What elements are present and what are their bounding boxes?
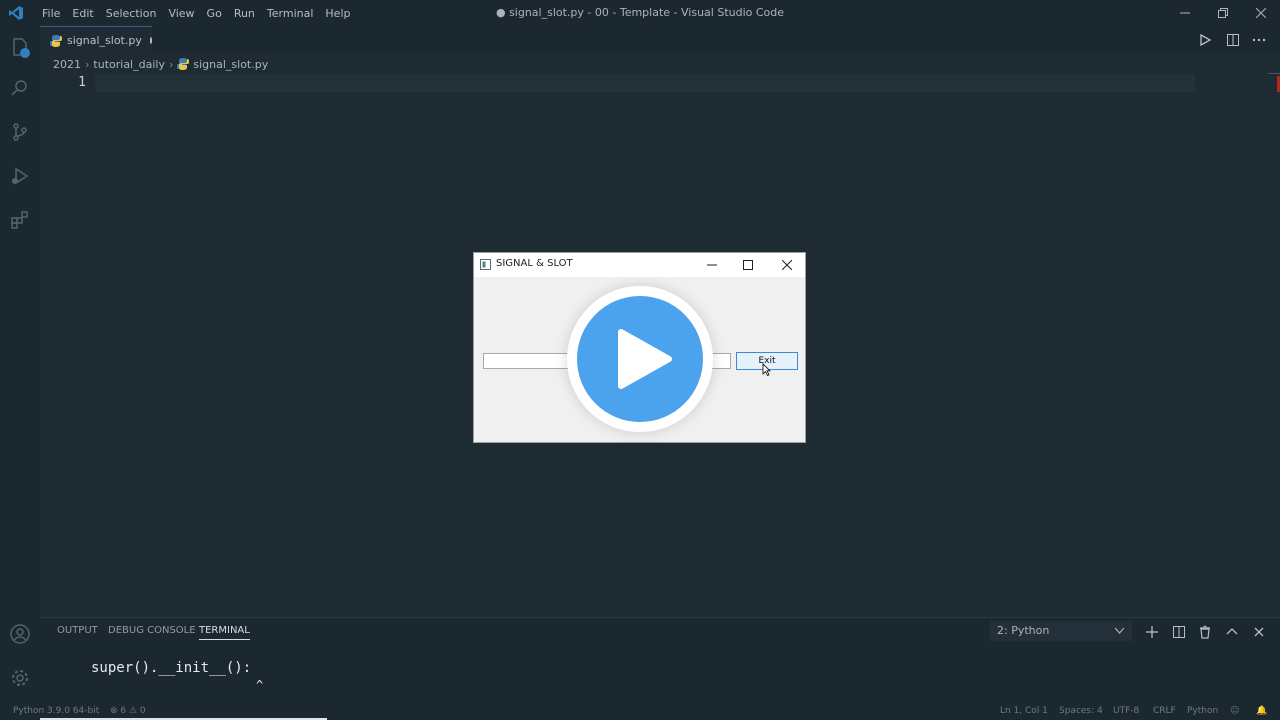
breadcrumb: 2021 › tutorial_daily › signal_slot.py [53, 56, 268, 72]
chevron-right-icon: › [85, 57, 90, 71]
bell-icon[interactable]: 🔔 [1256, 706, 1267, 716]
app-window-icon [480, 259, 491, 270]
terminal-select[interactable]: 2: Python [990, 621, 1132, 641]
close-icon [1256, 8, 1266, 18]
end-of-line[interactable]: CRLF [1153, 706, 1176, 716]
status-bar: Python 3.9.0 64-bit ⊗ 6 ⚠ 0 Ln 1, Col 1 … [0, 704, 1280, 720]
title-bar: ● signal_slot.py - 00 - Template - Visua… [0, 0, 1280, 26]
menu-view[interactable]: View [162, 7, 200, 20]
close-icon [782, 260, 792, 270]
terminal-caret-marker: ^ [256, 678, 264, 692]
dialog-close-button[interactable] [775, 253, 799, 277]
source-control-icon [13, 123, 27, 141]
dialog-minimize-button[interactable] [700, 253, 724, 277]
python-file-icon [177, 58, 190, 70]
tab-debug-console[interactable]: DEBUG CONSOLE [108, 625, 196, 636]
menu-terminal[interactable]: Terminal [261, 7, 320, 20]
tab-signal-slot[interactable]: signal_slot.py [40, 26, 152, 54]
dialog-title-bar: SIGNAL & SLOT [474, 253, 805, 277]
run-debug-button[interactable] [8, 164, 32, 188]
close-icon [1254, 627, 1264, 637]
tab-label: signal_slot.py [67, 34, 142, 47]
chevron-right-icon: › [168, 57, 174, 71]
tab-terminal[interactable]: TERMINAL [199, 625, 250, 640]
current-line-highlight [95, 74, 1195, 92]
maximize-icon [743, 260, 753, 270]
close-panel-button[interactable] [1252, 624, 1266, 638]
source-control-button[interactable] [8, 120, 32, 144]
problems-count[interactable]: ⊗ 6 ⚠ 0 [110, 706, 146, 716]
tab-output[interactable]: OUTPUT [57, 625, 98, 636]
python-interpreter[interactable]: Python 3.9.0 64-bit [13, 706, 99, 716]
maximize-panel-button[interactable] [1225, 624, 1239, 638]
language-mode[interactable]: Python [1187, 706, 1218, 716]
indentation[interactable]: Spaces: 4 [1059, 706, 1103, 716]
accounts-button[interactable] [8, 622, 32, 646]
terminal-output-line: super().__init__(): [91, 660, 252, 676]
search-icon [11, 80, 27, 96]
menu-run[interactable]: Run [228, 7, 261, 20]
extensions-button[interactable] [8, 208, 32, 232]
extensions-icon [11, 211, 28, 229]
feedback-icon[interactable]: ☺ [1230, 706, 1239, 716]
play-icon [618, 329, 672, 389]
cursor-position[interactable]: Ln 1, Col 1 [1000, 706, 1048, 716]
close-window-button[interactable] [1242, 0, 1280, 26]
minimize-icon [1180, 12, 1190, 14]
restore-button[interactable] [1204, 0, 1242, 26]
menu-file[interactable]: File [36, 7, 66, 20]
chevron-up-icon [1226, 628, 1238, 635]
account-icon [10, 624, 30, 644]
trash-icon [1200, 625, 1210, 639]
split-editor-button[interactable] [1225, 32, 1241, 48]
video-play-button[interactable] [567, 286, 713, 432]
split-terminal-button[interactable] [1172, 624, 1186, 638]
files-icon [13, 38, 30, 58]
search-button[interactable] [8, 76, 32, 100]
chevron-down-icon [1115, 627, 1124, 634]
unsaved-dot-icon[interactable] [149, 37, 152, 44]
menu-selection[interactable]: Selection [100, 7, 163, 20]
activity-bar [0, 26, 40, 704]
menu-go[interactable]: Go [201, 7, 228, 20]
overview-ruler-marker [1268, 73, 1280, 74]
breadcrumb-item[interactable]: 2021 [53, 58, 81, 71]
breadcrumb-item[interactable]: signal_slot.py [193, 58, 268, 71]
menu-bar: File Edit Selection View Go Run Terminal… [36, 0, 356, 26]
manage-button[interactable] [8, 666, 32, 690]
terminal-select-value: 2: Python [997, 624, 1050, 637]
plus-icon [1146, 626, 1158, 638]
minimize-icon [707, 264, 717, 266]
new-terminal-button[interactable] [1145, 624, 1159, 638]
split-icon [1173, 626, 1185, 638]
more-actions-button[interactable] [1251, 32, 1267, 48]
gear-icon [12, 670, 28, 686]
restore-icon [1218, 8, 1228, 18]
play-icon [1200, 33, 1212, 47]
menu-edit[interactable]: Edit [66, 7, 99, 20]
vscode-logo-icon [8, 5, 24, 21]
explorer-button[interactable] [8, 36, 32, 60]
split-editor-icon [1227, 34, 1239, 46]
kill-terminal-button[interactable] [1198, 624, 1212, 639]
more-icon [1252, 38, 1266, 42]
tab-bar [40, 26, 1280, 54]
run-file-button[interactable] [1197, 32, 1213, 48]
mouse-cursor-icon [762, 363, 771, 376]
dialog-title: SIGNAL & SLOT [496, 258, 573, 269]
menu-help[interactable]: Help [319, 7, 356, 20]
run-debug-icon [12, 167, 29, 185]
minimize-button[interactable] [1166, 0, 1204, 26]
encoding[interactable]: UTF-8 [1113, 706, 1139, 716]
play-circle [577, 296, 703, 422]
python-file-icon [50, 34, 62, 47]
breadcrumb-item[interactable]: tutorial_daily [93, 58, 165, 71]
dialog-maximize-button[interactable] [736, 253, 760, 277]
line-number: 1 [78, 75, 86, 90]
